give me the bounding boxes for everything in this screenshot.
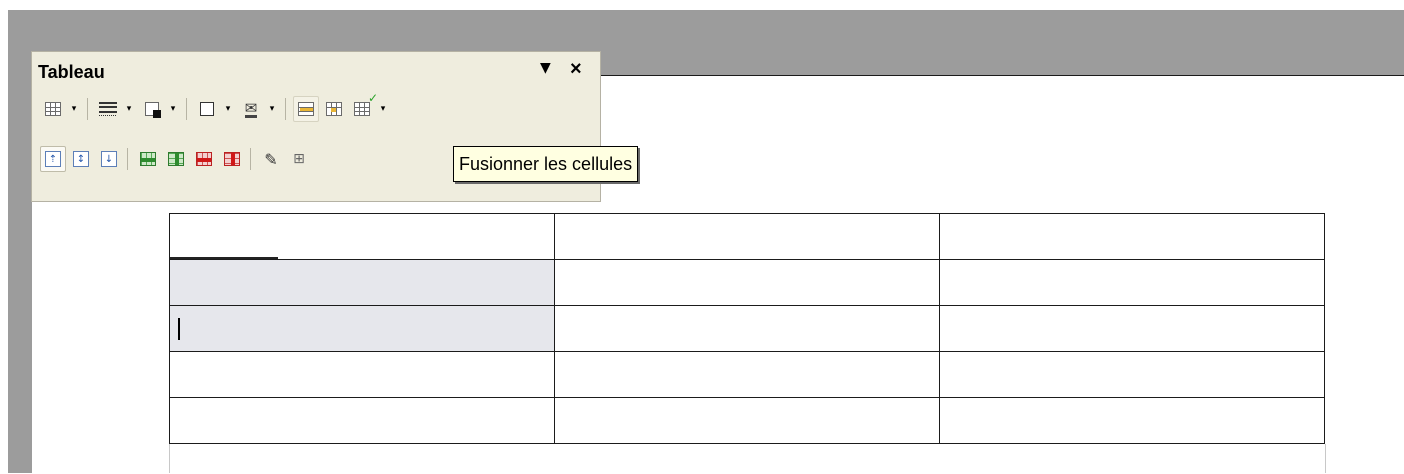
valign-top-button[interactable]: ⇡ xyxy=(40,146,66,172)
table-insert-icon xyxy=(45,102,61,116)
table-cell[interactable] xyxy=(939,397,1325,444)
table-row xyxy=(169,259,1325,306)
delete-columns-button[interactable] xyxy=(219,146,245,172)
table-cell-selected[interactable] xyxy=(169,259,555,306)
fill-color-button[interactable]: ✉ xyxy=(238,96,264,122)
table-insert-button[interactable] xyxy=(40,96,66,122)
table-cell[interactable] xyxy=(554,351,940,398)
left-strip xyxy=(0,0,8,473)
table-cell[interactable] xyxy=(554,259,940,306)
table-cell[interactable] xyxy=(939,351,1325,398)
toolbar-menu-button[interactable]: ▼ xyxy=(540,60,551,76)
toolbar-title: Tableau xyxy=(38,62,105,82)
toolbar-separator xyxy=(285,98,286,120)
table-cell[interactable] xyxy=(169,397,555,444)
check-icon: ✓ xyxy=(367,91,378,105)
table-row xyxy=(169,397,1325,444)
valign-bottom-button[interactable]: ↓ xyxy=(96,146,122,172)
toolbar-separator xyxy=(250,148,251,170)
borders-icon xyxy=(200,102,214,116)
table-cell[interactable] xyxy=(939,259,1325,306)
insert-rows-icon xyxy=(140,152,156,166)
table-cell[interactable] xyxy=(169,351,555,398)
autoformat-dropdown[interactable]: ▾ xyxy=(377,104,389,114)
valign-bottom-icon: ↓ xyxy=(101,151,117,167)
table-cell[interactable] xyxy=(554,397,940,444)
table-cell[interactable] xyxy=(554,305,940,352)
table-row xyxy=(169,305,1325,352)
table-row xyxy=(169,351,1325,398)
text-boundary-left xyxy=(169,444,170,473)
insert-columns-icon xyxy=(168,152,184,166)
optimize-button[interactable]: ⊞ xyxy=(286,146,312,172)
delete-columns-icon xyxy=(224,152,240,166)
autoformat-button[interactable]: ✓ xyxy=(349,91,378,122)
delete-rows-button[interactable] xyxy=(191,146,217,172)
table-properties-button[interactable]: ✎ xyxy=(258,146,284,172)
table-cell[interactable] xyxy=(939,305,1325,352)
delete-rows-icon xyxy=(196,152,212,166)
borders-button[interactable] xyxy=(194,96,220,122)
valign-top-icon: ⇡ xyxy=(45,151,61,167)
table-properties-icon: ✎ xyxy=(264,149,278,169)
border-color-icon xyxy=(145,102,161,118)
toolbar-row-2: ⇡ ↕ ↓ ✎ ⊞ xyxy=(40,142,314,176)
line-style-dropdown[interactable]: ▾ xyxy=(123,104,135,114)
split-cells-button[interactable] xyxy=(321,96,347,122)
fill-color-icon: ✉ xyxy=(244,98,258,118)
split-cells-icon xyxy=(326,102,342,116)
table-cell[interactable] xyxy=(939,213,1325,260)
document-table[interactable] xyxy=(169,213,1325,444)
line-style-icon xyxy=(99,102,117,116)
toolbar-separator xyxy=(127,148,128,170)
table-cell-selected[interactable] xyxy=(169,305,555,352)
valign-center-icon: ↕ xyxy=(73,151,89,167)
merge-cells-icon xyxy=(298,102,314,116)
table-row xyxy=(169,213,1325,260)
borders-dropdown[interactable]: ▾ xyxy=(222,104,234,114)
insert-columns-button[interactable] xyxy=(163,146,189,172)
table-cell[interactable] xyxy=(169,213,555,260)
table-insert-dropdown[interactable]: ▾ xyxy=(68,104,80,114)
toolbar-separator xyxy=(186,98,187,120)
optimize-icon: ⊞ xyxy=(293,151,305,167)
insert-rows-button[interactable] xyxy=(135,146,161,172)
valign-center-button[interactable]: ↕ xyxy=(68,146,94,172)
toolbar-close-button[interactable]: × xyxy=(570,58,582,81)
toolbar-separator xyxy=(87,98,88,120)
tooltip: Fusionner les cellules xyxy=(453,146,639,182)
border-color-dropdown[interactable]: ▾ xyxy=(167,104,179,114)
text-boundary-right xyxy=(1325,444,1326,473)
toolbar-title-bar[interactable]: Tableau ▼ × xyxy=(32,52,600,88)
text-cursor xyxy=(178,318,180,340)
merge-cells-button[interactable] xyxy=(293,96,319,122)
table-cell[interactable] xyxy=(554,213,940,260)
fill-color-dropdown[interactable]: ▾ xyxy=(266,104,278,114)
line-style-button[interactable] xyxy=(95,96,121,122)
border-color-button[interactable] xyxy=(139,96,165,122)
top-band xyxy=(0,0,1404,10)
toolbar-row-1: ▾ ▾ ▾ ▾ ✉ ▾ ✓ ▾ xyxy=(40,91,393,126)
